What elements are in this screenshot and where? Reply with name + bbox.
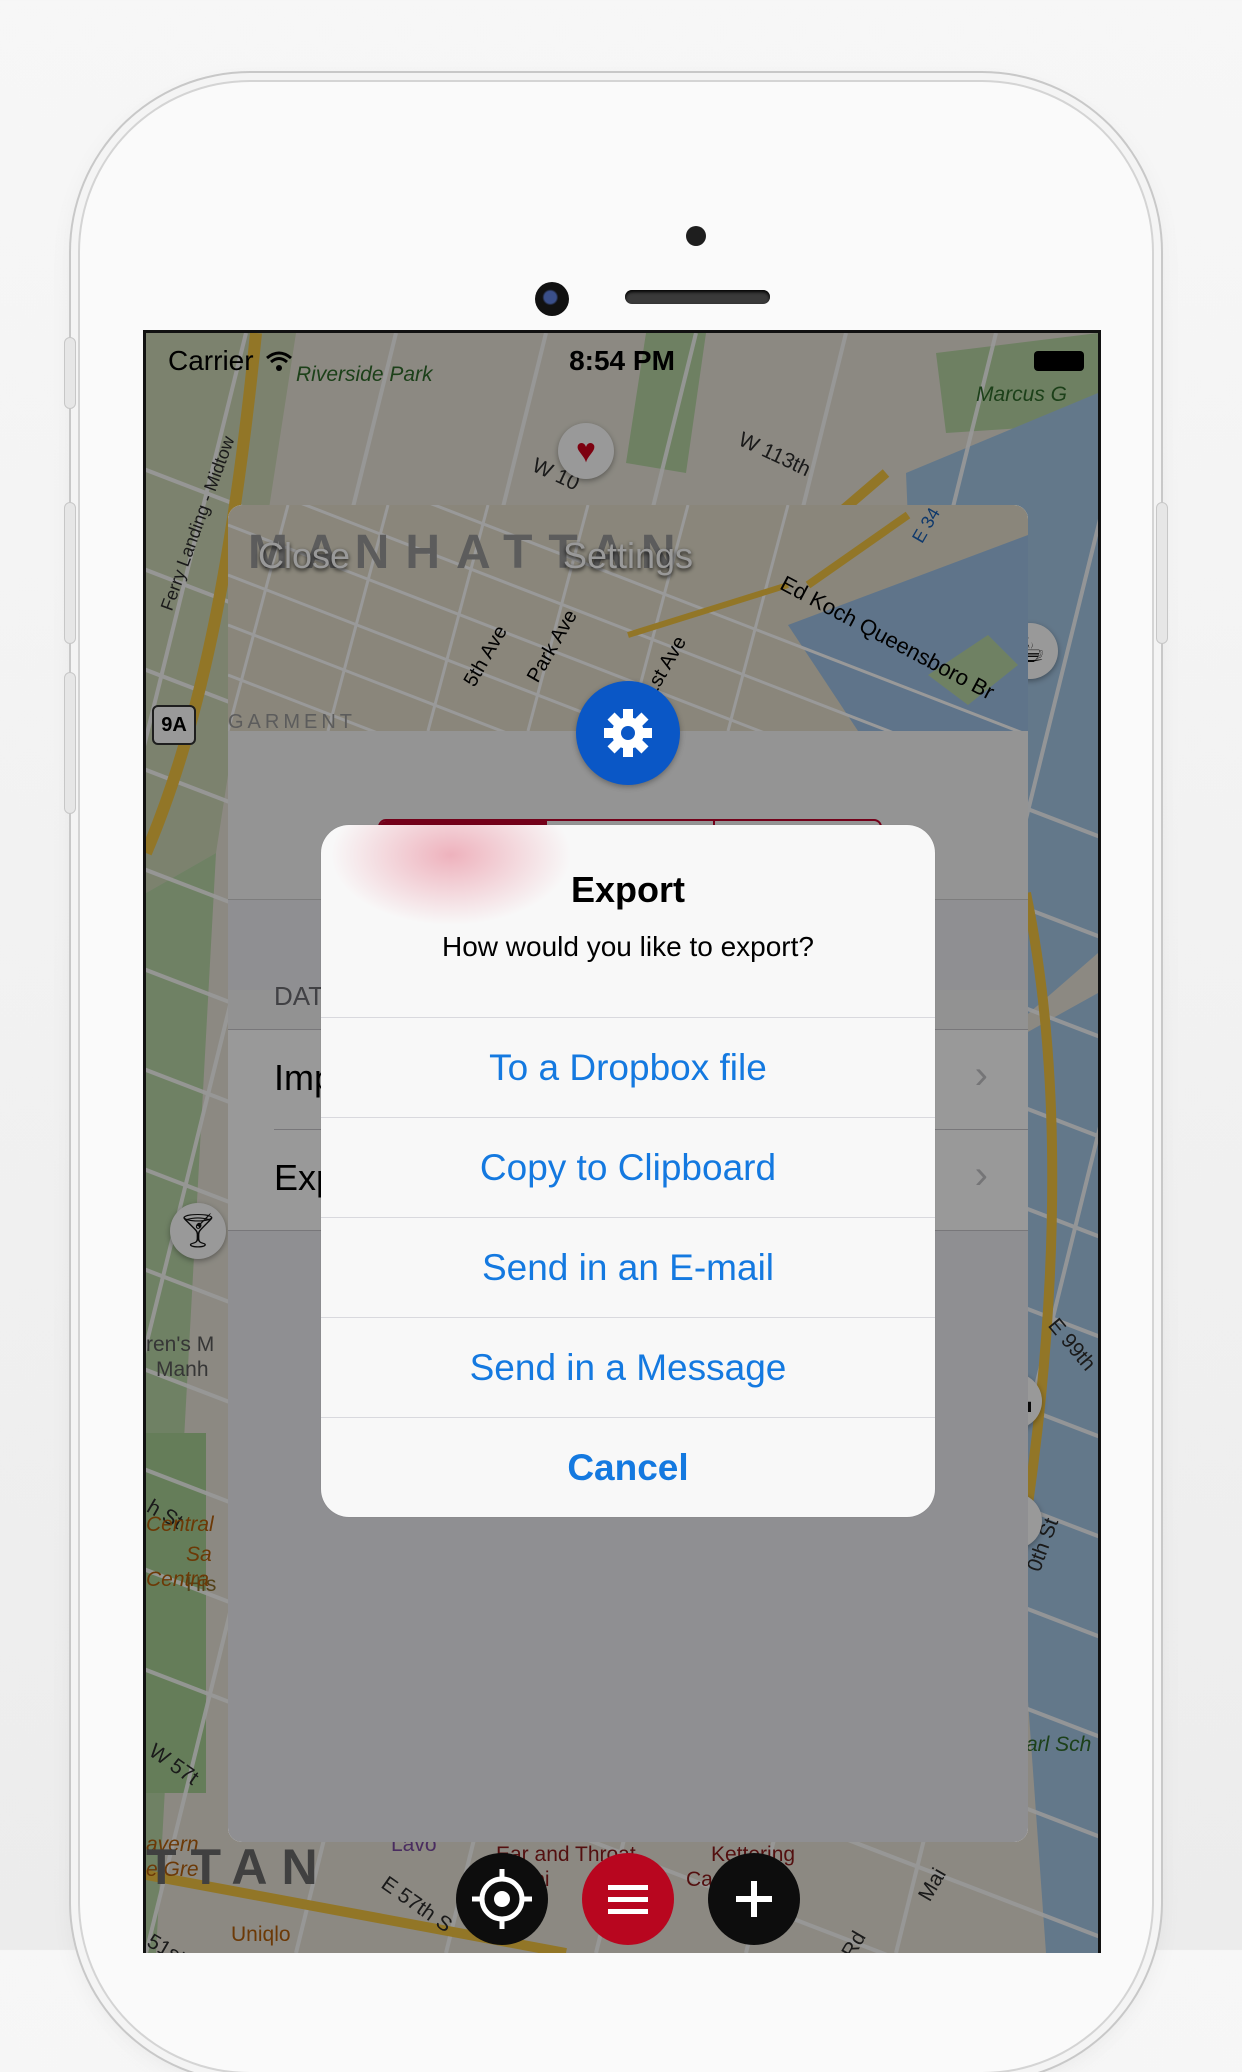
power-button xyxy=(1156,502,1168,644)
volume-up-button xyxy=(64,502,76,644)
menu-icon xyxy=(608,1885,648,1914)
copy-clipboard-button[interactable]: Copy to Clipboard xyxy=(321,1117,935,1218)
earpiece-speaker xyxy=(625,290,770,304)
menu-button[interactable] xyxy=(582,1853,674,1945)
alert-message: How would you like to export? xyxy=(442,931,814,962)
add-button[interactable] xyxy=(708,1853,800,1945)
send-message-button[interactable]: Send in a Message xyxy=(321,1317,935,1418)
front-camera xyxy=(535,282,569,316)
mute-switch xyxy=(64,337,76,409)
export-alert: Export How would you like to export? To … xyxy=(321,825,935,1517)
phone-screen: Riverside Park Marcus G W 113th W 10 Fer… xyxy=(143,330,1101,1953)
send-email-button[interactable]: Send in an E-mail xyxy=(321,1217,935,1318)
alert-title: Export xyxy=(570,869,685,910)
volume-down-button xyxy=(64,672,76,814)
cancel-button[interactable]: Cancel xyxy=(321,1417,935,1517)
settings-gear-button[interactable] xyxy=(576,681,680,785)
gear-icon xyxy=(604,709,652,757)
plus-icon xyxy=(736,1881,772,1917)
proximity-sensor xyxy=(686,226,706,246)
dropbox-file-button[interactable]: To a Dropbox file xyxy=(321,1017,935,1118)
locate-button[interactable] xyxy=(456,1853,548,1945)
locate-icon xyxy=(472,1869,532,1929)
